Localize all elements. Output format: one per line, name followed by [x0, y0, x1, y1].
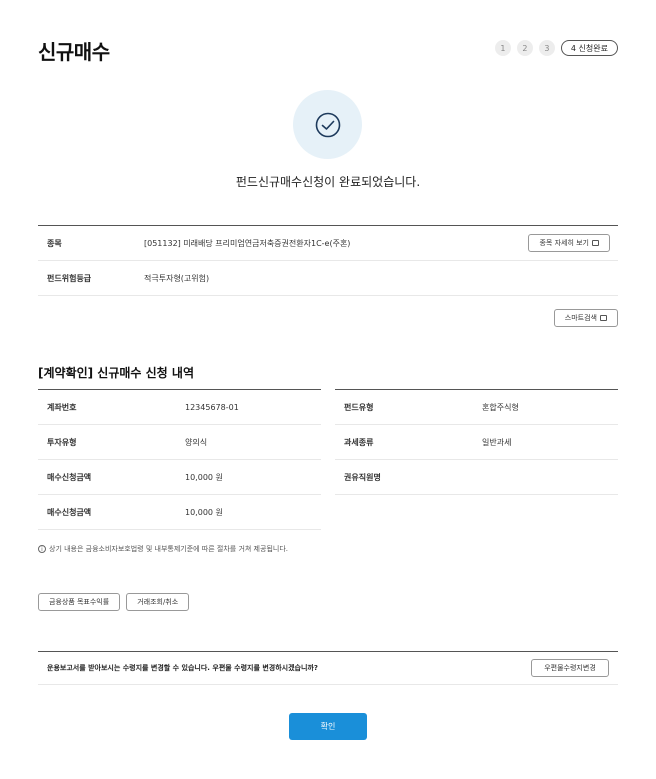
- popup-icon: [600, 315, 607, 321]
- fund-name-value: [051132] 미래배당 프리미엄연금저축증권전환자1C-e(주혼): [144, 238, 351, 248]
- account-number-label: 계좌번호: [47, 402, 77, 412]
- step-indicator: 1 2 3 4 신청완료: [494, 40, 618, 56]
- contract-row: 권유직원명: [335, 460, 618, 495]
- smart-search-label: 스마트검색: [564, 314, 597, 322]
- buy-amount-label-2: 매수신청금액: [47, 507, 92, 517]
- contract-right-column: 펀드유형 혼합주식형 과세종류 일반과세 권유직원명: [335, 389, 618, 530]
- target-return-button[interactable]: 금융상품 목표수익률: [38, 593, 121, 611]
- change-mail-address-button[interactable]: 우편물수령지변경: [531, 659, 609, 677]
- step-1: 1: [494, 40, 511, 56]
- step-2: 2: [516, 40, 533, 56]
- fund-detail-button[interactable]: 종목 자세히 보기: [528, 234, 610, 252]
- contract-row: 펀드유형 혼합주식형: [335, 390, 618, 425]
- notice-message: 상기 내용은 금융소비자보호법령 및 내부통제기준에 따른 절차를 거쳐 제공됩…: [49, 545, 288, 553]
- page-title: 신규매수: [38, 40, 110, 64]
- action-buttons: 금융상품 목표수익률 거래조회/취소: [38, 593, 190, 611]
- fund-detail-label: 종목 자세히 보기: [539, 239, 589, 247]
- fund-info-table: 종목 [051132] 미래배당 프리미엄연금저축증권전환자1C-e(주혼) 종…: [38, 225, 618, 296]
- check-circle-icon: [293, 90, 362, 159]
- contract-row: 매수신청금액 10,000 원: [38, 495, 321, 530]
- contract-row: 계좌번호 12345678-01: [38, 390, 321, 425]
- mail-address-row: 운용보고서를 받아보시는 수령지를 변경할 수 있습니다. 우편물 수령지를 변…: [38, 651, 618, 685]
- step-3: 3: [538, 40, 555, 56]
- buy-amount-label: 매수신청금액: [47, 472, 92, 482]
- buy-amount-value-2: 10,000 원: [185, 507, 223, 517]
- checkmark-icon: [315, 112, 340, 137]
- invest-type-label: 투자유형: [47, 437, 77, 447]
- contract-row: 과세종류 일반과세: [335, 425, 618, 460]
- fund-info-row: 종목 [051132] 미래배당 프리미엄연금저축증권전환자1C-e(주혼) 종…: [38, 226, 618, 261]
- invest-type-value: 양의식: [185, 437, 208, 447]
- fund-info-row: 펀드위험등급 적극투자형(고위험): [38, 261, 618, 296]
- contract-row: 투자유형 양의식: [38, 425, 321, 460]
- fund-type-label: 펀드유형: [344, 402, 374, 412]
- contract-table: 계좌번호 12345678-01 투자유형 양의식 매수신청금액 10,000 …: [38, 389, 618, 530]
- fund-name-label: 종목: [47, 238, 62, 248]
- tax-type-label: 과세종류: [344, 437, 374, 447]
- info-icon: i: [38, 545, 46, 553]
- confirm-button[interactable]: 확인: [289, 713, 367, 740]
- contract-section-title: [계약확인] 신규매수 신청 내역: [38, 366, 194, 380]
- staff-name-label: 권유직원명: [344, 472, 381, 482]
- contract-left-column: 계좌번호 12345678-01 투자유형 양의식 매수신청금액 10,000 …: [38, 389, 321, 530]
- buy-amount-value: 10,000 원: [185, 472, 223, 482]
- contract-row: 매수신청금액 10,000 원: [38, 460, 321, 495]
- risk-grade-label: 펀드위험등급: [47, 273, 92, 283]
- step-4-current: 4 신청완료: [560, 40, 618, 56]
- fund-type-value: 혼합주식형: [482, 402, 519, 412]
- notice-text: i 상기 내용은 금융소비자보호법령 및 내부통제기준에 따른 절차를 거쳐 제…: [38, 544, 288, 554]
- tax-type-value: 일반과세: [482, 437, 512, 447]
- mail-address-message: 운용보고서를 받아보시는 수령지를 변경할 수 있습니다. 우편물 수령지를 변…: [47, 664, 318, 672]
- smart-search-button[interactable]: 스마트검색: [553, 309, 618, 327]
- trade-query-button[interactable]: 거래조회/취소: [126, 593, 190, 611]
- account-number-value: 12345678-01: [185, 402, 239, 412]
- popup-icon: [592, 240, 599, 246]
- risk-grade-value: 적극투자형(고위험): [144, 273, 210, 283]
- completion-message: 펀드신규매수신청이 완료되었습니다.: [235, 175, 421, 189]
